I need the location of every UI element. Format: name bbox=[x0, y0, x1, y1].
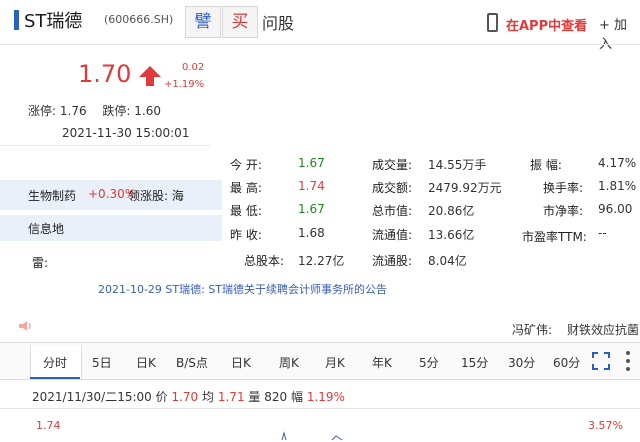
low-label: 最 低: bbox=[230, 204, 262, 218]
chart-vol-value: 820 bbox=[264, 390, 288, 404]
tab-month-k[interactable]: 月K bbox=[325, 354, 345, 371]
chart-price-label: 价 bbox=[155, 390, 168, 404]
tab-60min[interactable]: 60分 bbox=[553, 354, 580, 371]
tab-week-k[interactable]: 周K bbox=[279, 354, 299, 371]
low-value: 1.67 bbox=[298, 202, 325, 216]
float-mv-label: 流通值: bbox=[372, 228, 413, 242]
news-author: 冯矿伟: bbox=[512, 323, 553, 337]
tab-day-k[interactable]: 日K bbox=[231, 354, 251, 371]
axis-right-label: 3.57% bbox=[588, 419, 623, 432]
tab-bs-points[interactable]: B/S点 bbox=[176, 354, 208, 371]
chart-price-value: 1.70 bbox=[171, 390, 199, 404]
amount-value: 2479.92万元 bbox=[428, 181, 502, 195]
amplitude-value: 4.17% bbox=[598, 156, 637, 170]
tab-year-k[interactable]: 年K bbox=[372, 354, 392, 371]
chart-info-line: 2021/11/30/二15:00 价 1.70 均 1.71 量 820 幅 … bbox=[32, 388, 345, 405]
open-value: 1.67 bbox=[298, 156, 325, 170]
add-watchlist-button[interactable]: + 加入 bbox=[599, 14, 640, 52]
info-label[interactable]: 信息地 bbox=[28, 220, 64, 237]
limit-up-label: 涨停: bbox=[28, 104, 57, 118]
up-arrow-icon bbox=[139, 66, 161, 86]
tab-daily-k[interactable]: 日K bbox=[136, 354, 156, 371]
total-mv-value: 20.86亿 bbox=[428, 204, 475, 218]
more-icon[interactable] bbox=[625, 350, 631, 372]
change-percent: +1.19% bbox=[164, 79, 205, 90]
high-label: 最 高: bbox=[230, 181, 262, 195]
total-shares-label: 总股本: bbox=[244, 254, 285, 268]
limit-down-value: 1.60 bbox=[134, 104, 162, 118]
prev-close-label: 昨 收: bbox=[230, 228, 262, 242]
float-shares-label: 流通股: bbox=[372, 254, 413, 268]
quote-timestamp: 2021-11-30 15:00:01 bbox=[62, 126, 190, 140]
view-in-app-link[interactable]: 在APP中查看 bbox=[506, 15, 587, 34]
amplitude-label: 振 幅: bbox=[530, 158, 562, 172]
buy-button[interactable]: 买 bbox=[222, 6, 258, 38]
prev-close-value: 1.68 bbox=[298, 226, 325, 240]
tab-intraday[interactable]: 分时 bbox=[43, 354, 67, 371]
turnover-label: 换手率: bbox=[543, 181, 584, 195]
favorite-button[interactable]: 譬 bbox=[185, 6, 221, 38]
high-value: 1.74 bbox=[298, 179, 325, 193]
pe-label: 市盈率TTM: bbox=[522, 230, 587, 244]
chart-vol-label: 量 bbox=[248, 390, 261, 404]
turnover-value: 1.81% bbox=[598, 179, 637, 193]
leader-stock-label[interactable]: 领涨股: 海 bbox=[128, 187, 184, 204]
current-price: 1.70 bbox=[78, 60, 132, 88]
chart-datetime: 2021/11/30/二15:00 bbox=[32, 390, 152, 404]
news-headline[interactable]: 财铁效应抗菌 bbox=[567, 321, 639, 338]
volume-value: 14.55万手 bbox=[428, 158, 487, 172]
ask-stock-link[interactable]: 问股 bbox=[262, 10, 294, 34]
tab-15min[interactable]: 15分 bbox=[461, 354, 488, 371]
tab-5min[interactable]: 5分 bbox=[419, 354, 439, 371]
divider bbox=[0, 379, 640, 380]
pb-label: 市净率: bbox=[543, 204, 584, 218]
pe-value: -- bbox=[598, 226, 607, 240]
divider bbox=[0, 44, 640, 45]
total-mv-label: 总市值: bbox=[372, 204, 413, 218]
fullscreen-icon[interactable] bbox=[592, 352, 610, 370]
amount-label: 成交额: bbox=[372, 181, 413, 195]
total-shares-value: 12.27亿 bbox=[298, 254, 345, 268]
volume-label: 成交量: bbox=[372, 158, 413, 172]
divider bbox=[0, 145, 210, 146]
industry-label[interactable]: 生物制药 bbox=[28, 187, 76, 204]
pb-value: 96.00 bbox=[598, 202, 633, 216]
chart-amp-value: 1.19% bbox=[306, 390, 345, 404]
reminder-label: 雷: bbox=[32, 256, 49, 270]
chart-line-icon bbox=[281, 431, 343, 441]
announcement-link[interactable]: 2021-10-29 ST瑞德: ST瑞德关于续聘会计师事务所的公告 bbox=[98, 281, 387, 297]
float-shares-value: 8.04亿 bbox=[428, 254, 467, 268]
open-label: 今 开: bbox=[230, 158, 262, 172]
phone-icon bbox=[487, 13, 498, 32]
brand-mark bbox=[14, 10, 19, 30]
tab-30min[interactable]: 30分 bbox=[508, 354, 535, 371]
speaker-icon[interactable] bbox=[18, 320, 32, 332]
chart-avg-label: 均 bbox=[202, 390, 215, 404]
limit-down-label: 跌停: bbox=[102, 104, 131, 118]
stock-name: ST瑞德 bbox=[24, 11, 83, 32]
limit-row: 涨停: 1.76 跌停: 1.60 bbox=[28, 102, 161, 119]
float-mv-value: 13.66亿 bbox=[428, 228, 475, 242]
stock-code: (600666.SH) bbox=[104, 13, 174, 26]
chart-avg-value: 1.71 bbox=[217, 390, 245, 404]
axis-left-label: 1.74 bbox=[36, 419, 61, 432]
chart-amp-label: 幅 bbox=[290, 390, 303, 404]
limit-up-value: 1.76 bbox=[59, 104, 87, 118]
change-absolute: 0.02 bbox=[182, 62, 205, 73]
tab-5day[interactable]: 5日 bbox=[92, 354, 112, 371]
